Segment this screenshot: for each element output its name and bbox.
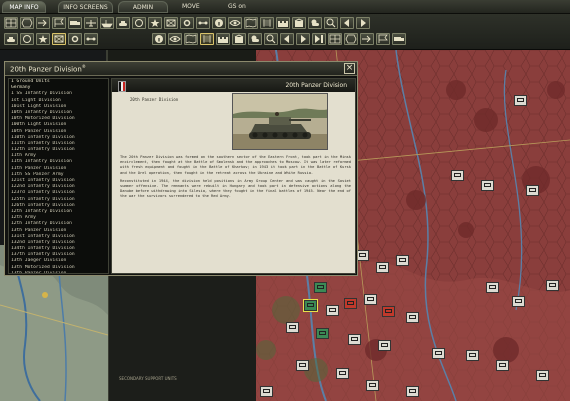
hex-icon[interactable] [344, 33, 358, 45]
weather-icon[interactable] [308, 17, 322, 29]
grid-icon[interactable] [4, 17, 18, 29]
unit-counter[interactable] [432, 348, 445, 359]
tank-icon[interactable] [4, 33, 18, 45]
detail-unit-name: 20th Panzer Division [285, 82, 347, 89]
unit-history-text: The 20th Panzer Division was formed on t… [120, 155, 351, 199]
fort-icon[interactable] [276, 17, 290, 29]
unit-counter[interactable] [451, 170, 464, 181]
next-icon[interactable] [356, 17, 370, 29]
top-tab-bar: MAP INFO INFO SCREENS ADMIN MOVE GS on [0, 0, 570, 14]
unit-counter[interactable] [378, 340, 391, 351]
supply-icon[interactable] [232, 33, 246, 45]
flag-icon[interactable] [376, 33, 390, 45]
unit-counter[interactable] [496, 360, 509, 371]
box-icon[interactable] [164, 17, 178, 29]
prev-icon[interactable] [340, 17, 354, 29]
link-icon[interactable] [84, 33, 98, 45]
plane-icon[interactable] [84, 17, 98, 29]
next-icon[interactable] [296, 33, 310, 45]
unit-counter[interactable] [326, 305, 339, 316]
arrow-icon[interactable] [360, 33, 374, 45]
detail-caption: 20th Panzer Division [130, 97, 179, 102]
supply-icon[interactable] [292, 17, 306, 29]
gear-icon[interactable] [180, 17, 194, 29]
unit-counter-red[interactable] [344, 298, 357, 309]
tab-admin[interactable]: ADMIN [118, 1, 168, 13]
map-icon[interactable] [184, 33, 198, 45]
hex-icon[interactable] [20, 17, 34, 29]
info-icon[interactable] [212, 17, 226, 29]
status-text: SECONDARY SUPPORT UNITS [119, 376, 177, 381]
unit-counter[interactable] [260, 386, 273, 397]
unit-counter[interactable] [512, 296, 525, 307]
unit-counter[interactable] [336, 368, 349, 379]
ship-icon[interactable] [100, 17, 114, 29]
unit-list[interactable]: 1 Ground Units Germany 1 SS Infantry Divi… [8, 78, 109, 274]
unit-counter[interactable] [364, 294, 377, 305]
tab-info-screens[interactable]: INFO SCREENS [58, 1, 113, 13]
star-icon[interactable] [36, 33, 50, 45]
window-title: 20th Panzer Division® [10, 64, 86, 74]
unit-counter[interactable] [526, 185, 539, 196]
truck-icon[interactable] [68, 17, 82, 29]
unit-counter-red[interactable] [382, 306, 395, 317]
unit-counter[interactable] [286, 322, 299, 333]
window-titlebar[interactable]: 20th Panzer Division® × [5, 62, 357, 76]
gear-icon[interactable] [68, 33, 82, 45]
unit-detail: 20th Panzer Division 20th Panzer Divisio… [111, 78, 356, 274]
truck-icon[interactable] [392, 33, 406, 45]
circle-icon[interactable] [20, 33, 34, 45]
gs-indicator[interactable]: GS on [228, 2, 246, 12]
unit-counter-green[interactable] [314, 282, 327, 293]
toolbar [0, 14, 570, 50]
rail-icon[interactable] [260, 17, 274, 29]
tab-map-info[interactable]: MAP INFO [2, 1, 46, 13]
end-icon[interactable] [312, 33, 326, 45]
unit-counter[interactable] [406, 312, 419, 323]
unit-counter[interactable] [514, 95, 527, 106]
star-icon[interactable] [148, 17, 162, 29]
fort-icon[interactable] [216, 33, 230, 45]
unit-counter[interactable] [396, 255, 409, 266]
prev-icon[interactable] [280, 33, 294, 45]
grid-icon[interactable] [328, 33, 342, 45]
map-icon[interactable] [244, 17, 258, 29]
arrow-icon[interactable] [36, 17, 50, 29]
flag-icon[interactable] [52, 17, 66, 29]
zoom-icon[interactable] [324, 17, 338, 29]
link-icon[interactable] [196, 17, 210, 29]
unit-counter[interactable] [406, 386, 419, 397]
weather-icon[interactable] [248, 33, 262, 45]
rail-icon[interactable] [200, 33, 214, 45]
unit-info-window: 20th Panzer Division® × 1 Ground Units G… [4, 61, 358, 276]
info-icon[interactable] [152, 33, 166, 45]
circle-icon[interactable] [132, 17, 146, 29]
unit-counter[interactable] [536, 370, 549, 381]
zoom-icon[interactable] [264, 33, 278, 45]
unit-counter[interactable] [376, 262, 389, 273]
unit-counter-green[interactable] [316, 328, 329, 339]
box-icon[interactable] [52, 33, 66, 45]
detail-header: 20th Panzer Division [112, 79, 355, 92]
unit-counter[interactable] [486, 282, 499, 293]
list-item[interactable]: 13th Panzer Division [9, 271, 108, 273]
unit-counter[interactable] [466, 350, 479, 361]
unit-counter[interactable] [296, 360, 309, 371]
unit-counter-selected[interactable] [303, 299, 318, 312]
nation-flag-icon [118, 81, 126, 92]
unit-counter[interactable] [546, 280, 559, 291]
eye-icon[interactable] [228, 17, 242, 29]
eye-icon[interactable] [168, 33, 182, 45]
unit-counter[interactable] [481, 180, 494, 191]
unit-counter[interactable] [366, 380, 379, 391]
move-indicator[interactable]: MOVE [182, 2, 200, 12]
unit-photo [232, 93, 328, 150]
unit-counter[interactable] [348, 334, 361, 345]
close-button[interactable]: × [344, 63, 355, 74]
tank-icon[interactable] [116, 17, 130, 29]
